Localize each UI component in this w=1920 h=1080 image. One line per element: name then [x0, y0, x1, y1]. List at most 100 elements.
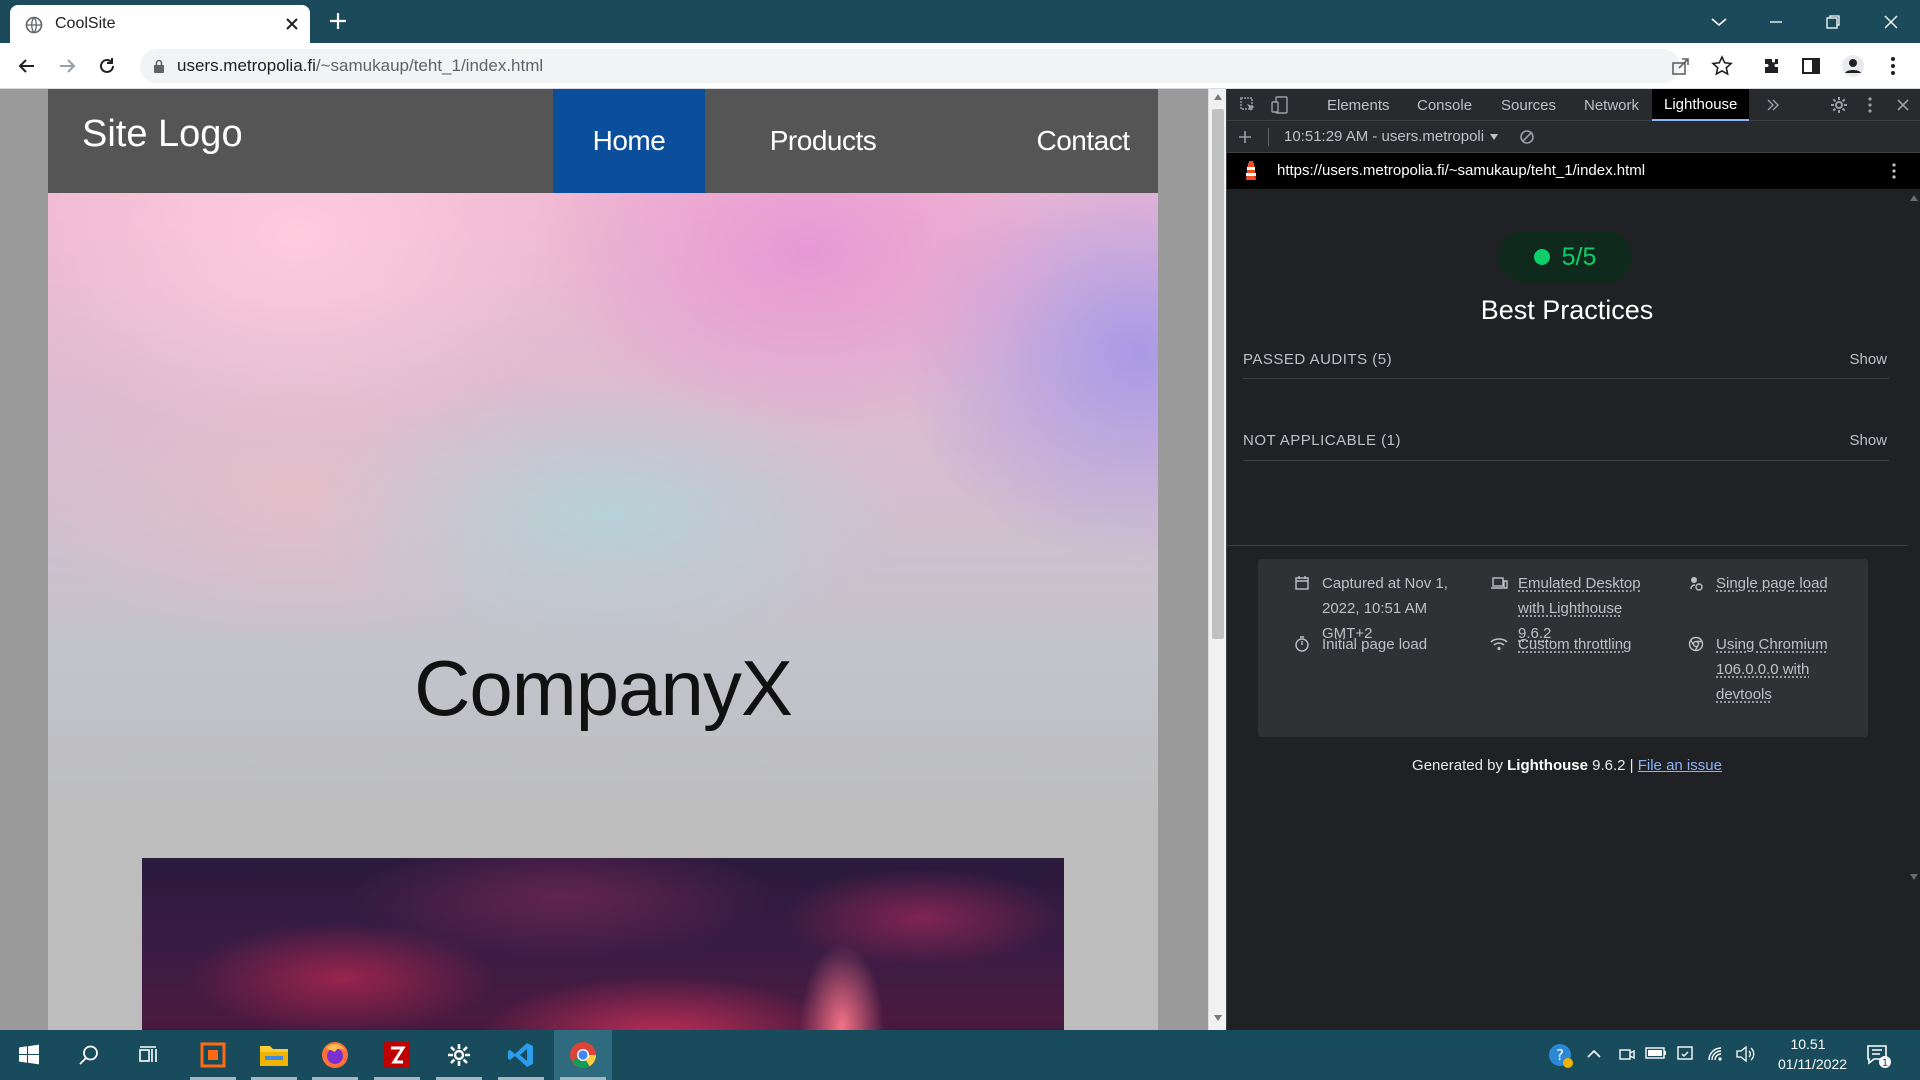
- page-scrollbar[interactable]: [1208, 89, 1226, 1030]
- url-text[interactable]: users.metropolia.fi/~samukaup/teht_1/ind…: [177, 56, 543, 76]
- env-load-mode-text: Single page load: [1716, 575, 1828, 592]
- address-bar[interactable]: users.metropolia.fi/~samukaup/teht_1/ind…: [140, 49, 1733, 83]
- laptop-icon: [1490, 575, 1508, 591]
- new-tab-icon[interactable]: [326, 9, 350, 33]
- clear-reports-icon[interactable]: [1519, 129, 1535, 145]
- devtools-tab-elements[interactable]: Elements: [1315, 89, 1402, 121]
- reload-icon[interactable]: [92, 51, 122, 81]
- site-container: Site Logo Home Products Contact CompanyX: [48, 89, 1158, 1030]
- env-chromium[interactable]: Using Chromium 106.0.0.0 with devtools: [1688, 632, 1858, 712]
- user-flow-icon: [1688, 575, 1704, 591]
- svg-text:1: 1: [1882, 1058, 1888, 1069]
- filezilla-icon[interactable]: [368, 1030, 426, 1080]
- site-navbar: Site Logo Home Products Contact: [48, 89, 1158, 193]
- report-footer: Generated by Lighthouse 9.6.2 | File an …: [1227, 757, 1907, 774]
- browser-tab[interactable]: CoolSite: [10, 5, 310, 43]
- search-icon[interactable]: [60, 1030, 118, 1080]
- env-captured-line-2: 2022, 10:51 AM: [1322, 600, 1428, 617]
- profile-avatar-icon[interactable]: [1838, 51, 1868, 81]
- side-panel-icon[interactable]: [1796, 51, 1826, 81]
- device-status-icon[interactable]: [1676, 1045, 1694, 1063]
- tab-search-icon[interactable]: [1690, 0, 1748, 43]
- chrome-taskbar-icon[interactable]: [554, 1030, 612, 1080]
- lock-icon[interactable]: [152, 59, 166, 74]
- report-menu-icon[interactable]: [1891, 162, 1897, 180]
- env-captured-line-1: Captured at Nov 1,: [1322, 575, 1448, 592]
- inspect-element-icon[interactable]: [1239, 96, 1257, 114]
- calendar-icon: [1294, 575, 1310, 591]
- firefox-icon[interactable]: [306, 1030, 364, 1080]
- env-device-line-1: Emulated Desktop: [1518, 575, 1641, 592]
- close-tab-icon[interactable]: [282, 14, 302, 34]
- passed-audits-group[interactable]: PASSED AUDITS (5) Show: [1243, 339, 1889, 379]
- passed-audits-show[interactable]: Show: [1849, 351, 1887, 368]
- devtools-tab-network[interactable]: Network: [1572, 89, 1651, 121]
- devtools-close-icon[interactable]: [1895, 97, 1911, 113]
- devtools-tab-console[interactable]: Console: [1405, 89, 1484, 121]
- env-throttling-text: Custom throttling: [1518, 636, 1632, 653]
- network-wifi-icon[interactable]: [1706, 1045, 1726, 1063]
- lighthouse-toolbar: 10:51:29 AM - users.metropoli: [1227, 121, 1920, 153]
- report-scrollbar[interactable]: [1907, 189, 1920, 880]
- extensions-icon[interactable]: [1756, 51, 1786, 81]
- task-view-icon[interactable]: [120, 1030, 178, 1080]
- nav-home-link[interactable]: Home: [553, 89, 705, 193]
- page-scrollbar-thumb[interactable]: [1212, 109, 1224, 639]
- devtools-tab-sources[interactable]: Sources: [1489, 89, 1568, 121]
- orange-app-icon[interactable]: [184, 1030, 242, 1080]
- not-applicable-show[interactable]: Show: [1849, 432, 1887, 449]
- device-toolbar-icon[interactable]: [1271, 96, 1289, 114]
- report-url[interactable]: https://users.metropolia.fi/~samukaup/te…: [1277, 162, 1645, 179]
- score-badge[interactable]: 5/5: [1498, 231, 1632, 283]
- windows-start-icon[interactable]: [0, 1030, 58, 1080]
- devtools-settings-gear-icon[interactable]: [1830, 96, 1848, 114]
- back-icon[interactable]: [12, 51, 42, 81]
- devtools-menu-icon[interactable]: [1867, 96, 1873, 114]
- env-throttling[interactable]: Custom throttling: [1490, 632, 1660, 662]
- volume-icon[interactable]: [1735, 1045, 1755, 1063]
- clock-time: 10.51: [1790, 1036, 1826, 1052]
- lighthouse-logo-icon: [1243, 160, 1259, 182]
- nav-contact-link[interactable]: Contact: [1003, 89, 1158, 193]
- new-report-plus-icon[interactable]: [1237, 129, 1253, 145]
- scroll-up-arrow-icon[interactable]: [1213, 93, 1223, 101]
- devtools-tab-bar: Elements Console Sources Network Lightho…: [1227, 89, 1920, 121]
- nav-products-link[interactable]: Products: [743, 89, 903, 193]
- clock[interactable]: 10.51 01/11/2022: [1778, 1034, 1847, 1074]
- not-applicable-group[interactable]: NOT APPLICABLE (1) Show: [1243, 420, 1889, 461]
- share-icon[interactable]: [1670, 55, 1692, 77]
- globe-icon: [25, 16, 43, 34]
- scroll-down-arrow-icon[interactable]: [1213, 1014, 1223, 1022]
- report-scroll-down-icon[interactable]: [1910, 874, 1918, 880]
- browser-toolbar: users.metropolia.fi/~samukaup/teht_1/ind…: [0, 43, 1920, 89]
- help-icon[interactable]: ?: [1548, 1043, 1574, 1069]
- vscode-icon[interactable]: [492, 1030, 550, 1080]
- chrome-logo-icon: [1688, 636, 1704, 652]
- passed-audits-title: PASSED AUDITS (5): [1243, 351, 1393, 368]
- more-tabs-chevron-icon[interactable]: [1765, 97, 1781, 113]
- report-dropdown-icon[interactable]: [1489, 133, 1499, 141]
- close-window-icon[interactable]: [1862, 0, 1920, 43]
- tray-chevron-icon[interactable]: [1586, 1048, 1602, 1060]
- not-applicable-title: NOT APPLICABLE (1): [1243, 432, 1401, 449]
- restore-icon[interactable]: [1804, 0, 1862, 43]
- toolbar-divider: [1268, 128, 1269, 146]
- hero-sky-image: [142, 858, 1064, 1030]
- battery-icon[interactable]: [1645, 1046, 1667, 1060]
- minimize-icon[interactable]: [1747, 0, 1805, 43]
- report-scroll-up-icon[interactable]: [1910, 195, 1918, 201]
- file-an-issue-link[interactable]: File an issue: [1638, 757, 1722, 774]
- bookmark-star-icon[interactable]: [1711, 55, 1733, 77]
- hero-section: CompanyX: [48, 193, 1158, 1030]
- report-select[interactable]: 10:51:29 AM - users.metropoli: [1284, 128, 1484, 145]
- env-chromium-line-1: Using Chromium: [1716, 636, 1828, 653]
- notifications-icon[interactable]: 1: [1866, 1043, 1892, 1069]
- file-explorer-icon[interactable]: [245, 1030, 303, 1080]
- devtools-tab-lighthouse[interactable]: Lighthouse: [1652, 89, 1750, 121]
- browser-menu-icon[interactable]: [1878, 51, 1908, 81]
- site-logo[interactable]: Site Logo: [82, 113, 243, 156]
- env-load-mode[interactable]: Single page load: [1688, 571, 1858, 601]
- forward-icon[interactable]: [52, 51, 82, 81]
- meet-now-icon[interactable]: [1618, 1045, 1636, 1063]
- settings-gear-icon[interactable]: [430, 1030, 488, 1080]
